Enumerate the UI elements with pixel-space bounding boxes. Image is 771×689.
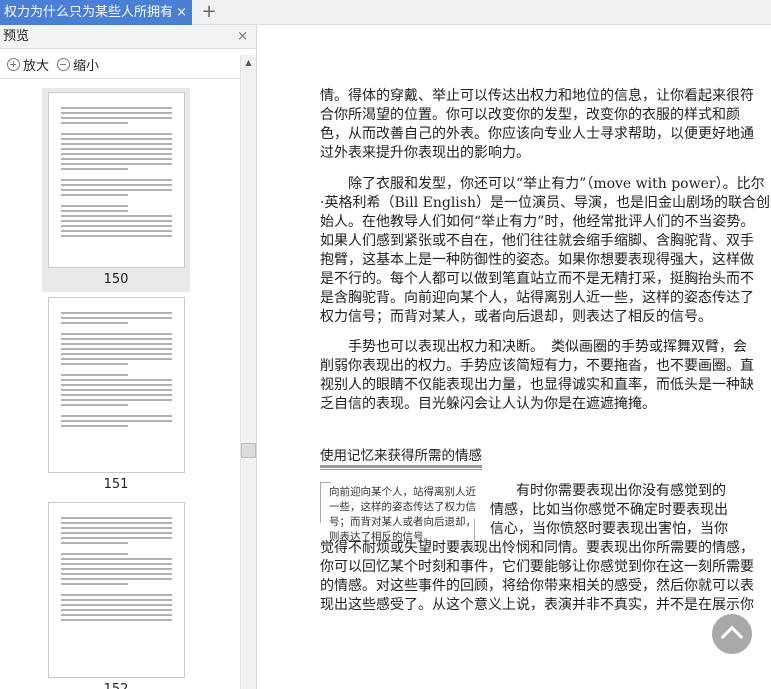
text-line: 向前迎向某个人，站得离别人近 xyxy=(329,486,476,498)
scrollbar-thumb[interactable] xyxy=(241,443,256,458)
text-line: 你可以回忆某个时刻和事件，它们要能够让你感觉到你在这一刻所需要 xyxy=(320,559,754,575)
page-preview xyxy=(48,92,185,268)
preview-panel: 预览 × 放大 缩小 150 151 152 xyxy=(0,25,257,689)
zoom-in-icon xyxy=(7,58,20,71)
text-line: 手势也可以表现出权力和决断。 类似画圈的手势或挥舞双臂，会 xyxy=(320,339,747,355)
tab-title: 权力为什么只为某些人所拥有经 xyxy=(4,5,172,20)
text-line: 除了衣服和发型，你还可以“举止有力”（move with power）。比尔 xyxy=(320,176,765,192)
text-line: 的情感。对这些事件的回顾，将给你带来相关的感受，然后你就可以表 xyxy=(320,578,754,594)
section-heading: 使用记忆来获得所需的情感 xyxy=(320,448,482,464)
text-line: 觉得不耐烦或失望时要表现出怜悯和同情。要表现出你所需要的情感， xyxy=(320,540,754,556)
text-line: 号；而背对某人或者向后退却， xyxy=(329,516,476,528)
thumbnail-scrollbar[interactable]: ▲ xyxy=(240,55,256,689)
text-line: 信心，当你愤怒时要表现出害怕，当你 xyxy=(490,521,728,537)
text-line: 现出这些感受了。从这个意义上说，表演并非不真实，并不是在展示你 xyxy=(320,597,754,613)
zoom-in-label: 放大 xyxy=(23,59,50,74)
text-line: ·英格利希（Bill English）是一位演员、导演，也是旧金山剧场的联合创 xyxy=(320,195,770,211)
tab-bar: 权力为什么只为某些人所拥有经 × + xyxy=(0,0,771,25)
document-view: 情。得体的穿戴、举止可以传达出权力和地位的信息，让你看起来很符 合你所渴望的位置。… xyxy=(258,25,771,689)
page-number: 150 xyxy=(103,272,129,287)
zoom-out-button[interactable]: 缩小 xyxy=(57,55,99,74)
page-preview xyxy=(48,502,185,678)
paragraph: 手势也可以表现出权力和决断。 类似画圈的手势或挥舞双臂，会 削弱你表现出的权力。手… xyxy=(320,338,754,414)
preview-title: 预览 xyxy=(3,29,30,44)
text-line: 色，从而改善自己的外表。你应该向专业人士寻求帮助，以便更好地通 xyxy=(320,126,754,142)
text-line: 乏自信的表现。目光躲闪会让人认为你是在遮遮掩掩。 xyxy=(320,396,656,412)
heading-underline xyxy=(320,465,482,470)
text-line: 是不行的。每个人都可以做到笔直站立而不是无精打采，挺胸抬头而不 xyxy=(320,271,754,287)
text-line: 合你所渴望的位置。你可以改变你的发型，改变你的衣服的样式和颜 xyxy=(320,107,740,123)
text-line: 削弱你表现出的权力。手势应该简短有力，不要拖沓，也不要画圈。直 xyxy=(320,358,754,374)
new-tab-button[interactable]: + xyxy=(200,0,218,25)
page-thumbnail[interactable]: 151 xyxy=(42,293,190,497)
page-preview xyxy=(48,297,185,473)
text-line: 视别人的眼睛不仅能表现出力量，也显得诚实和直率，而低头是一种缺 xyxy=(320,377,754,393)
text-line: 情感，比如当你感觉不确定时要表现出 xyxy=(490,502,728,518)
paragraph: 觉得不耐烦或失望时要表现出怜悯和同情。要表现出你所需要的情感， 你可以回忆某个时刻… xyxy=(320,539,754,615)
text-line: 情。得体的穿戴、举止可以传达出权力和地位的信息，让你看起来很符 xyxy=(320,88,754,104)
zoom-out-label: 缩小 xyxy=(73,59,100,74)
close-preview-icon[interactable]: × xyxy=(237,25,248,49)
text-line: 有时你需要表现出你没有感觉到的 xyxy=(516,483,726,499)
text-line: 抱臂，这基本上是一种防御性的姿态。如果你想要表现得强大，这样做 xyxy=(320,252,754,268)
scroll-up-icon[interactable]: ▲ xyxy=(241,55,256,71)
text-line: 过外表来提升你表现出的影响力。 xyxy=(320,145,530,161)
page-number: 151 xyxy=(103,477,129,492)
thumbnail-list: 150 151 152 xyxy=(0,80,240,689)
page-thumbnail[interactable]: 150 xyxy=(42,88,190,292)
close-tab-icon[interactable]: × xyxy=(176,0,187,25)
paragraph-wrap: 有时你需要表现出你没有感觉到的情感，比如当你感觉不确定时要表现出 信心，当你愤怒时… xyxy=(490,482,728,539)
text-line: 始人。在他教导人们如何“举止有力”时，他经常批评人们的不当姿势。 xyxy=(320,214,755,230)
paragraph: 情。得体的穿戴、举止可以传达出权力和地位的信息，让你看起来很符 合你所渴望的位置。… xyxy=(320,87,754,163)
paragraph: 除了衣服和发型，你还可以“举止有力”（move with power）。比尔 ·英… xyxy=(320,175,770,327)
text-line: 一些，这样的姿态传达了权力信 xyxy=(329,501,476,513)
text-line: 是含胸驼背。向前迎向某个人，站得离别人近一些，这样的姿态传达了 xyxy=(320,290,754,306)
page-thumbnail[interactable]: 152 xyxy=(42,498,190,689)
text-line: 权力信号；而背对某人，或者向后退却，则表达了相反的信号。 xyxy=(320,309,712,325)
zoom-in-button[interactable]: 放大 xyxy=(7,55,49,74)
document-tab[interactable]: 权力为什么只为某些人所拥有经 × xyxy=(0,0,192,25)
back-to-top-button[interactable] xyxy=(712,614,752,654)
zoom-out-icon xyxy=(57,58,70,71)
text-line: 如果人们感到紧张或不自在，他们往往就会缩手缩脚、含胸驼背、双手 xyxy=(320,233,754,249)
page-number: 152 xyxy=(42,682,190,689)
